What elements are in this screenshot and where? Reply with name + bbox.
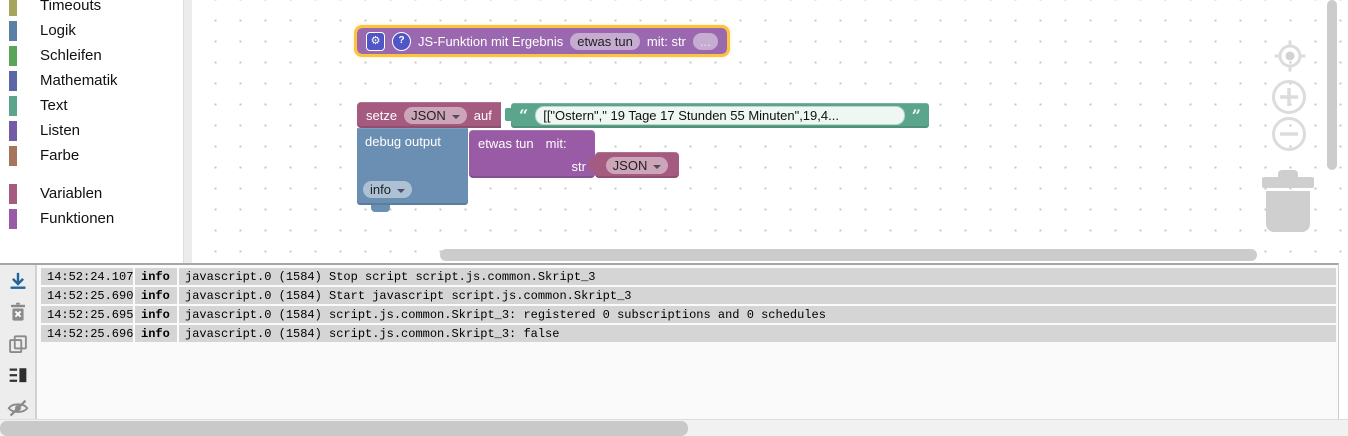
log-message: javascript.0 (1584) Start javascript scr… [179,287,1336,304]
category-label: Listen [40,122,81,139]
toolbox-category-schleifen[interactable]: Schleifen [0,43,183,68]
clear-log-icon[interactable] [7,302,29,322]
blockly-script-editor: ⚙ ? JS-Funktion mit Ergebnis etwas tun m… [0,0,1348,436]
toolbox-category-listen[interactable]: Listen [0,118,183,143]
call-with-label: mit: [545,136,567,151]
log-message: javascript.0 (1584) script.js.common.Skr… [179,306,1336,323]
log-timestamp: 14:52:25.696 [41,325,133,342]
log-row: 14:52:25.690 info javascript.0 (1584) St… [41,287,1336,304]
category-color-bar [9,20,17,41]
select-lines-icon[interactable] [7,365,29,385]
log-toolbar [0,265,37,419]
category-label: Schleifen [40,47,102,64]
category-color-bar [9,95,17,116]
call-function-name: etwas tun [478,136,534,151]
category-color-bar [9,0,17,16]
log-severity: info [135,306,177,323]
debug-output-block[interactable]: debug output info [357,128,468,212]
toolbox-category-text[interactable]: Text [0,93,183,118]
blockly-toolbox: Timeouts Logik Schleifen Mathematik Text… [0,0,183,263]
string-value-field[interactable]: [["Ostern"," 19 Tage 17 Stunden 55 Minut… [535,106,905,125]
close-quote-icon: ” [911,105,921,125]
category-label: Variablen [40,185,103,202]
workspace-horizontal-scrollbar[interactable] [440,249,1257,261]
variable-getter-dropdown[interactable]: JSON [605,156,669,174]
category-label: Mathematik [40,72,118,89]
category-color-bar [9,70,17,91]
debug-output-label: debug output [365,134,441,149]
help-icon[interactable]: ? [392,31,411,51]
copy-log-icon[interactable] [7,334,29,354]
toolbox-scrollbar[interactable] [183,0,192,263]
category-color-bar [9,145,17,166]
function-definition-block[interactable]: ⚙ ? JS-Funktion mit Ergebnis etwas tun m… [354,25,730,57]
category-label: Funktionen [40,210,115,227]
log-row: 14:52:25.695 info javascript.0 (1584) sc… [41,306,1336,323]
page-horizontal-scrollbar[interactable] [0,419,1348,436]
log-panel: 14:52:24.107 info javascript.0 (1584) St… [0,263,1339,419]
variable-getter-block[interactable]: JSON [589,152,679,178]
toolbox-category-funktionen[interactable]: Funktionen [0,206,183,231]
zoom-in-icon[interactable] [1271,79,1307,115]
category-label: Timeouts [40,0,102,14]
function-edit-field[interactable]: ... [692,32,718,50]
log-row: 14:52:24.107 info javascript.0 (1584) St… [41,268,1336,285]
trash-icon[interactable] [1262,170,1314,232]
string-value-block[interactable]: “ [["Ostern"," 19 Tage 17 Stunden 55 Min… [505,103,929,128]
category-color-bar [9,45,17,66]
hide-log-icon[interactable] [6,397,30,419]
category-color-bar [9,208,17,229]
log-row: 14:52:25.696 info javascript.0 (1584) sc… [41,325,1336,342]
log-severity: info [135,325,177,342]
function-args-label: mit: str [646,33,686,49]
log-level-dropdown[interactable]: info [363,181,412,198]
variable-dropdown[interactable]: JSON [404,106,467,124]
zoom-out-icon[interactable] [1271,116,1307,152]
blockly-workspace[interactable]: ⚙ ? JS-Funktion mit Ergebnis etwas tun m… [191,0,1348,263]
trash-body [1266,191,1310,232]
workspace-vertical-scrollbar[interactable] [1327,0,1337,170]
setze-label: setze [366,107,398,123]
category-color-bar [9,183,17,204]
toolbox-category-variablen[interactable]: Variablen [0,181,183,206]
toolbox-category-timeouts[interactable]: Timeouts [0,0,183,18]
log-message: javascript.0 (1584) Stop script script.j… [179,268,1336,285]
log-timestamp: 14:52:24.107 [41,268,133,285]
page-scrollbar-thumb[interactable] [0,421,688,436]
call-arg-label: str [571,159,586,174]
trash-lid [1262,177,1314,188]
open-quote-icon: “ [519,105,529,125]
zoom-reset-icon[interactable] [1274,40,1306,72]
category-label: Logik [40,22,76,39]
mutator-gear-icon[interactable]: ⚙ [366,31,385,51]
log-message: javascript.0 (1584) script.js.common.Skr… [179,325,1336,342]
toolbox-category-mathematik[interactable]: Mathematik [0,68,183,93]
category-label: Farbe [40,147,80,164]
set-variable-block[interactable]: setze JSON auf [357,102,501,128]
log-severity: info [135,268,177,285]
category-label: Text [40,97,68,114]
function-name-field[interactable]: etwas tun [570,32,640,50]
log-timestamp: 14:52:25.695 [41,306,133,323]
log-rows: 14:52:24.107 info javascript.0 (1584) St… [41,268,1336,344]
function-block-title: JS-Funktion mit Ergebnis [418,33,564,49]
category-color-bar [9,120,17,141]
log-timestamp: 14:52:25.690 [41,287,133,304]
toolbox-category-logik[interactable]: Logik [0,18,183,43]
function-call-block[interactable]: etwas tun mit: str [469,130,595,178]
download-log-icon[interactable] [7,271,29,291]
log-severity: info [135,287,177,304]
auf-label: auf [473,107,492,123]
toolbox-category-farbe[interactable]: Farbe [0,143,183,168]
